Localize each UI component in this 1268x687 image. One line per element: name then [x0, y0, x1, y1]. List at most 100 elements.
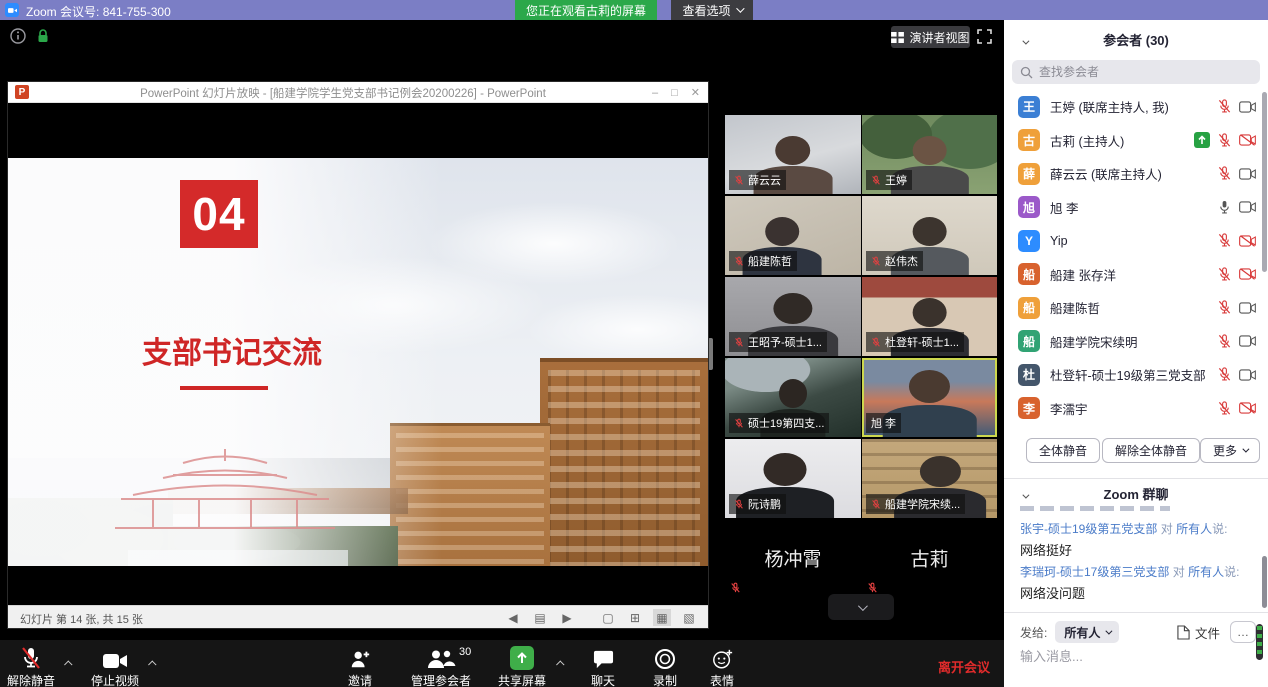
participant-row[interactable]: 王 王婷 (联席主持人, 我): [1004, 90, 1268, 124]
participant-name: 薛云云 (联席主持人): [1050, 164, 1217, 183]
camera-on-icon[interactable]: [1239, 101, 1256, 113]
close-icon[interactable]: ✕: [691, 86, 700, 99]
video-tile[interactable]: 杜登轩-硕士1...: [862, 277, 997, 356]
invite-button[interactable]: 邀请: [330, 644, 390, 687]
muted-mic-icon[interactable]: [1217, 133, 1232, 148]
camera-on-icon[interactable]: [1239, 201, 1256, 213]
leave-meeting-button[interactable]: 离开会议: [938, 657, 990, 676]
search-icon: [1020, 66, 1033, 79]
camera-on-icon[interactable]: [1239, 302, 1256, 314]
audio-options-chevron[interactable]: [66, 654, 72, 672]
next-slide-icon[interactable]: ▶: [558, 609, 576, 626]
search-input[interactable]: [1039, 65, 1252, 79]
muted-mic-icon[interactable]: [1217, 367, 1232, 382]
video-tile-camera-off[interactable]: 古莉: [862, 520, 997, 599]
view-options-button[interactable]: 查看选项: [671, 0, 753, 20]
chat-input-area[interactable]: [1020, 648, 1240, 666]
video-options-chevron[interactable]: [150, 654, 156, 672]
mute-all-button[interactable]: 全体静音: [1026, 438, 1100, 463]
share-screen-label: 共享屏幕: [492, 672, 552, 687]
chat-sender[interactable]: 李瑞珂-硕士17级第三党支部: [1020, 565, 1169, 579]
annotation-menu-icon[interactable]: ▤: [531, 609, 549, 626]
camera-on-icon[interactable]: [1239, 335, 1256, 347]
participant-row[interactable]: 船 船建陈哲: [1004, 291, 1268, 325]
chat-recipient[interactable]: 所有人: [1188, 565, 1224, 579]
reading-view-icon[interactable]: ▦: [653, 609, 671, 626]
previous-slide-icon[interactable]: ◀: [504, 609, 522, 626]
record-button[interactable]: 录制: [637, 644, 693, 687]
unmute-all-button[interactable]: 解除全体静音: [1102, 438, 1200, 463]
chat-recipient[interactable]: 所有人: [1176, 522, 1212, 536]
chat-scrollbar[interactable]: [1262, 556, 1267, 608]
chat-sender[interactable]: 张宇-硕士19级第五党支部: [1020, 522, 1157, 536]
slideshow-view-icon[interactable]: ▧: [680, 609, 698, 626]
collapse-gallery-button[interactable]: [828, 594, 894, 620]
participant-row[interactable]: 李 李濡宇: [1004, 392, 1268, 426]
video-tile[interactable]: 王昭予-硕士1...: [725, 277, 861, 356]
participant-row[interactable]: 杜 杜登轩-硕士19级第三党支部: [1004, 358, 1268, 392]
manage-participants-button[interactable]: 30 管理参会者: [403, 644, 479, 687]
chat-input-scrollbar[interactable]: [1256, 624, 1263, 660]
muted-mic-icon: [0, 644, 62, 670]
participant-row[interactable]: 船 船建 张存洋: [1004, 258, 1268, 292]
avatar: Y: [1018, 230, 1040, 252]
send-file-button[interactable]: 文件: [1177, 623, 1220, 642]
screen-sharing-badge: [1194, 132, 1210, 148]
chat-button[interactable]: 聊天: [575, 644, 631, 687]
slide-section-number: 04: [180, 180, 258, 248]
muted-mic-icon[interactable]: [1217, 166, 1232, 181]
video-tile[interactable]: 赵伟杰: [862, 196, 997, 275]
meeting-info-icon[interactable]: [10, 28, 26, 44]
participant-row[interactable]: 船 船建学院宋续明: [1004, 325, 1268, 359]
speaker-view-button[interactable]: 演讲者视图: [891, 26, 970, 48]
participant-search[interactable]: [1012, 60, 1260, 84]
mic-on-icon[interactable]: [1217, 200, 1232, 215]
camera-on-icon[interactable]: [1239, 369, 1256, 381]
participant-row[interactable]: 古 古莉 (主持人): [1004, 124, 1268, 158]
ppt-titlebar[interactable]: P PowerPoint 幻灯片放映 - [船建学院学生党支部书记例会20200…: [8, 82, 708, 103]
muted-mic-icon[interactable]: [1217, 300, 1232, 315]
fullscreen-icon[interactable]: [977, 29, 992, 44]
video-tile[interactable]: 薛云云: [725, 115, 861, 194]
video-tile[interactable]: 阮诗鹏: [725, 439, 861, 518]
video-tile-active-speaker[interactable]: 旭 李: [862, 358, 997, 437]
stage-scrollbar[interactable]: [708, 338, 713, 370]
minimize-icon[interactable]: –: [652, 87, 658, 99]
video-tile[interactable]: 船建学院宋续...: [862, 439, 997, 518]
participant-row[interactable]: 薛 薛云云 (联席主持人): [1004, 157, 1268, 191]
recipient-dropdown[interactable]: 所有人: [1055, 621, 1119, 643]
normal-view-icon[interactable]: ▢: [599, 609, 617, 626]
participant-list-scrollbar[interactable]: [1262, 92, 1267, 272]
maximize-icon[interactable]: □: [671, 87, 678, 99]
side-panel: 参会者 (30) 王 王婷 (联席主持人, 我) 古 古莉 (主持人): [1004, 20, 1268, 687]
camera-off-icon[interactable]: [1239, 268, 1256, 280]
camera-off-icon[interactable]: [1239, 402, 1256, 414]
share-screen-button[interactable]: 共享屏幕: [492, 644, 552, 687]
stop-video-button[interactable]: 停止视频: [84, 644, 146, 687]
slide-sorter-icon[interactable]: ⊞: [626, 609, 644, 626]
camera-on-icon[interactable]: [1239, 168, 1256, 180]
muted-mic-icon[interactable]: [1217, 267, 1232, 282]
chat-more-button[interactable]: …: [1230, 621, 1256, 643]
video-tile[interactable]: 王婷: [862, 115, 997, 194]
video-tile-camera-off[interactable]: 杨冲霄: [725, 520, 861, 599]
chat-bubble-icon: [575, 644, 631, 670]
muted-mic-icon[interactable]: [1217, 233, 1232, 248]
muted-mic-icon[interactable]: [1217, 99, 1232, 114]
muted-mic-icon[interactable]: [1217, 401, 1232, 416]
participant-name: 古莉 (主持人): [1050, 131, 1194, 150]
chat-message-text: 网络挺好: [1020, 540, 1252, 559]
participant-row[interactable]: Y Yip: [1004, 224, 1268, 258]
more-button[interactable]: 更多: [1200, 438, 1260, 463]
video-tile[interactable]: 硕士19第四支...: [725, 358, 861, 437]
tile-name: 王昭予-硕士1...: [748, 334, 822, 350]
muted-mic-icon[interactable]: [1217, 334, 1232, 349]
video-tile[interactable]: 船建陈哲: [725, 196, 861, 275]
camera-off-icon[interactable]: [1239, 134, 1256, 146]
unmute-button[interactable]: 解除静音: [0, 644, 62, 687]
participant-row[interactable]: 旭 旭 李: [1004, 191, 1268, 225]
camera-off-icon[interactable]: [1239, 235, 1256, 247]
share-options-chevron[interactable]: [558, 654, 564, 672]
reactions-button[interactable]: 表情: [694, 644, 750, 687]
message-input[interactable]: [1020, 649, 1240, 664]
